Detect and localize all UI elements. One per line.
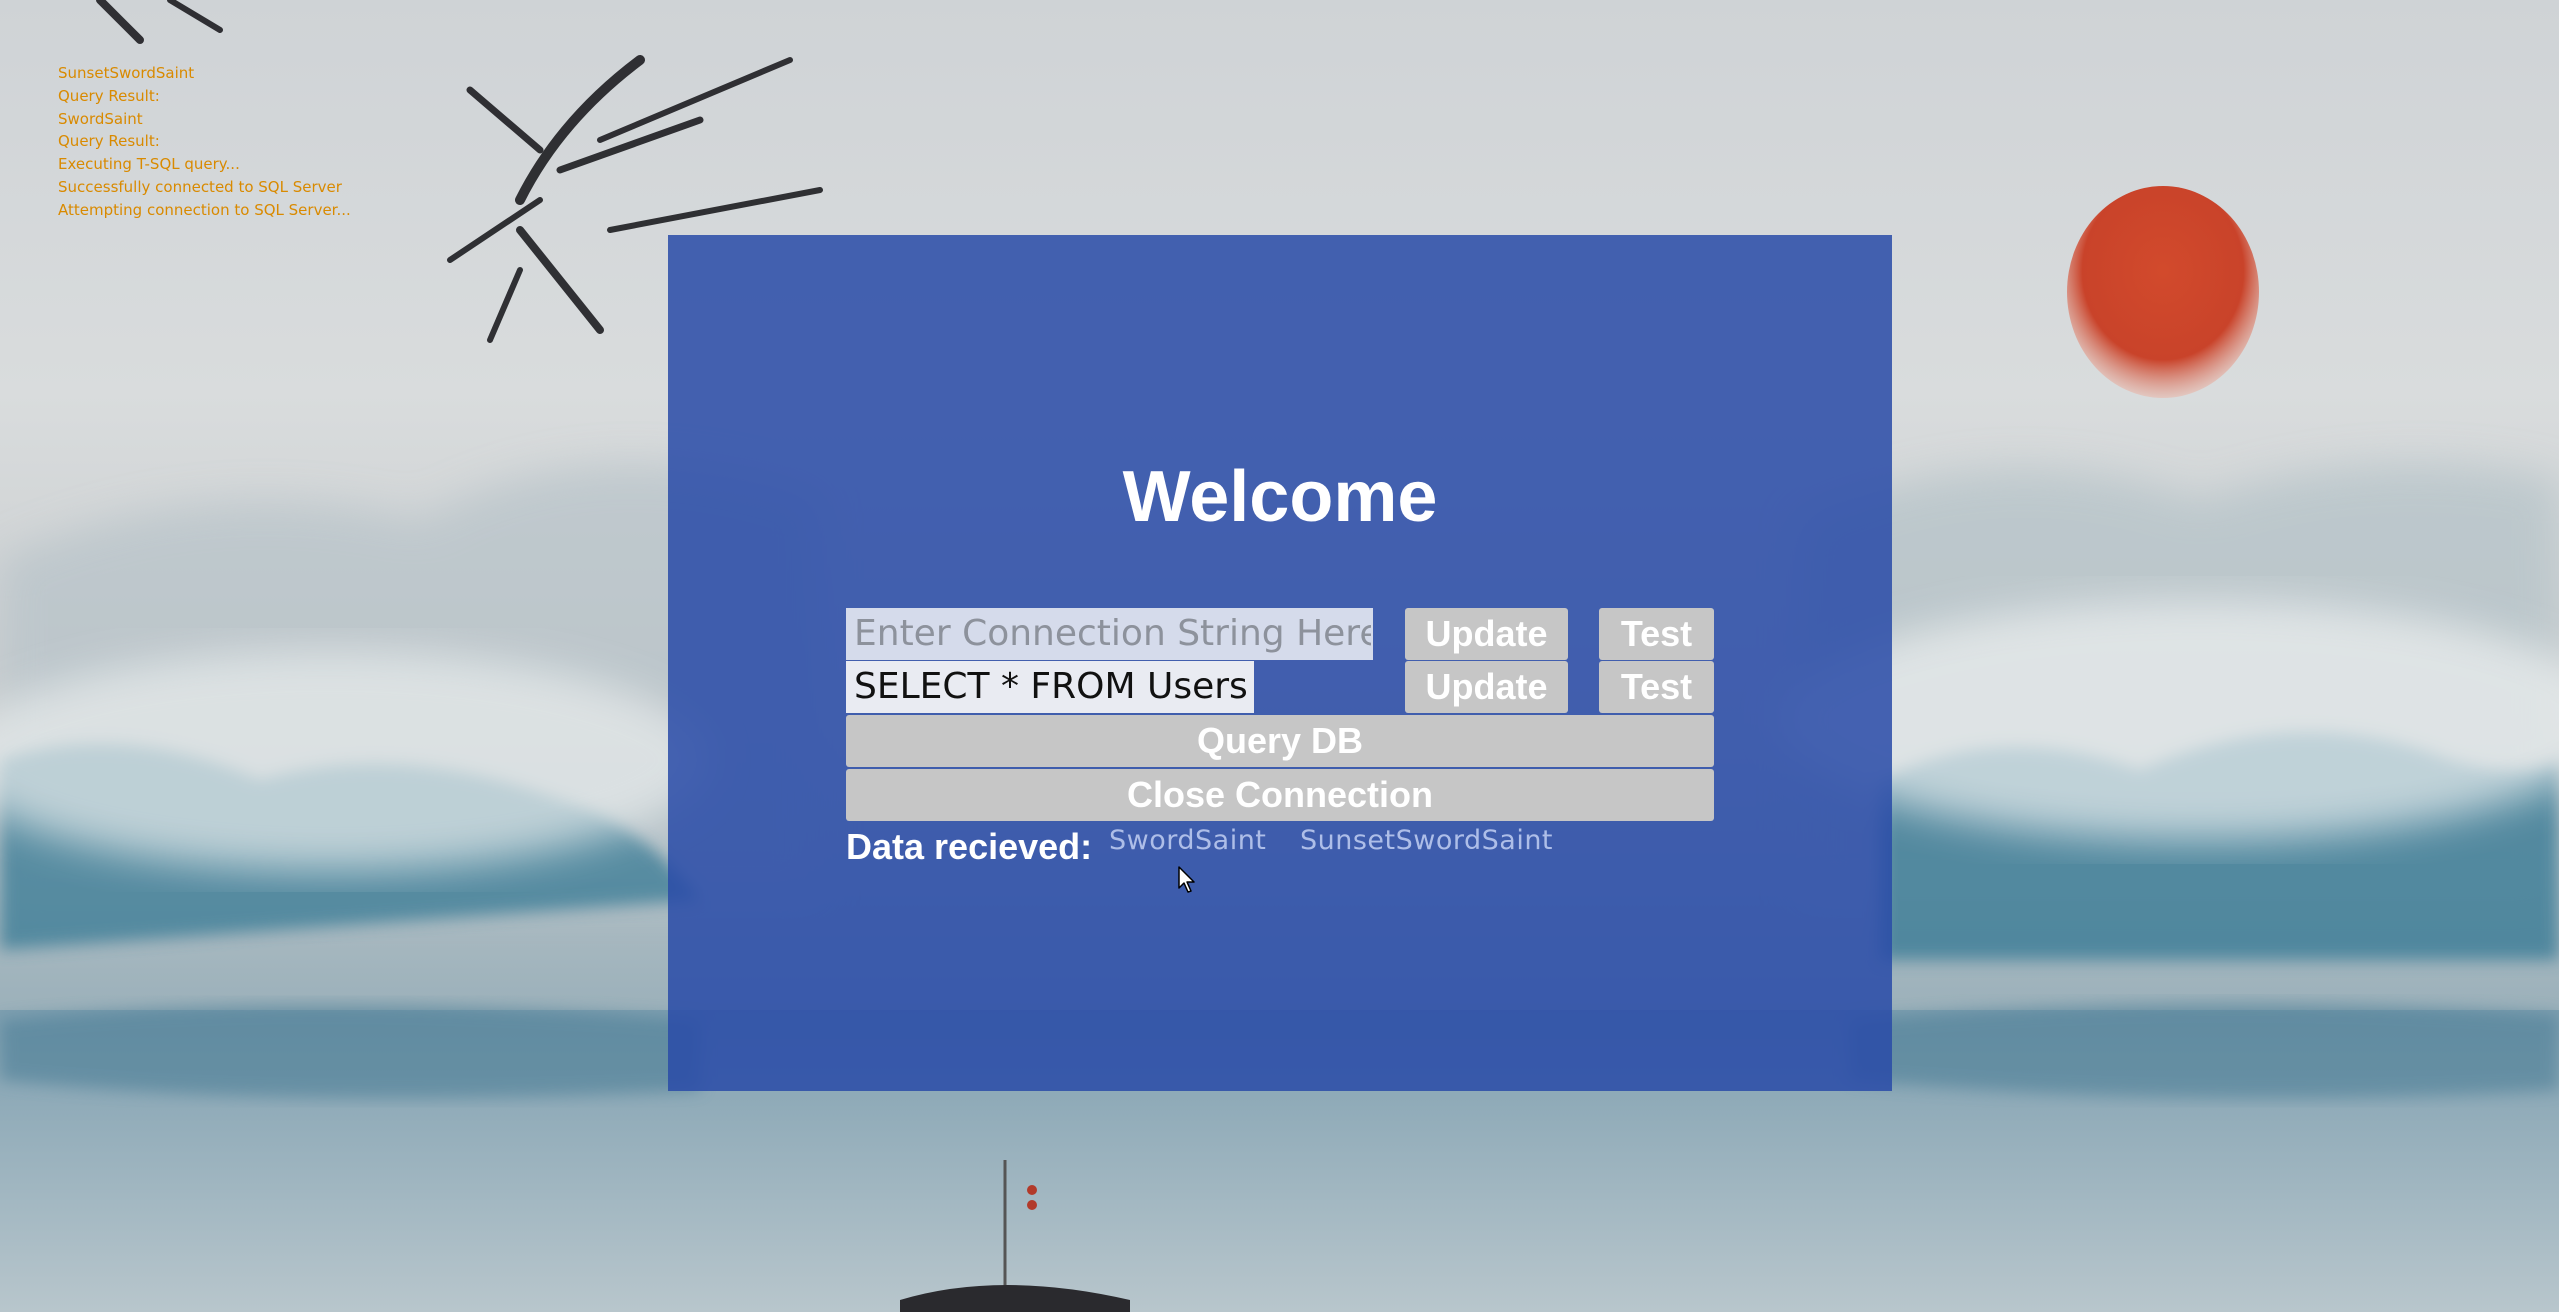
- log-line: SwordSaint: [58, 109, 143, 128]
- query-db-button[interactable]: Query DB: [846, 715, 1714, 767]
- log-line: Attempting connection to SQL Server...: [58, 200, 351, 219]
- log-line: Successfully connected to SQL Server: [58, 177, 342, 196]
- close-connection-button[interactable]: Close Connection: [846, 769, 1714, 821]
- data-item: SunsetSwordSaint: [1300, 825, 1554, 856]
- page-title: Welcome: [1122, 457, 1438, 537]
- query-input[interactable]: [846, 661, 1254, 713]
- test-query-button[interactable]: Test: [1599, 661, 1714, 713]
- data-item: SwordSaint: [1109, 825, 1267, 856]
- debug-log: SunsetSwordSaint Query Result: SwordSain…: [58, 62, 418, 222]
- mouse-pointer-icon: [1178, 866, 1195, 893]
- log-line: SunsetSwordSaint: [58, 64, 195, 82]
- test-connection-button[interactable]: Test: [1599, 608, 1714, 660]
- data-received-label: Data recieved:: [846, 826, 1093, 867]
- update-query-button[interactable]: Update: [1405, 661, 1568, 713]
- log-line: Query Result:: [58, 132, 160, 151]
- log-line: Query Result:: [58, 86, 160, 105]
- connection-string-input[interactable]: [846, 608, 1373, 660]
- log-line: Executing T-SQL query...: [58, 155, 240, 174]
- welcome-panel: Welcome Update Test Update Test Query DB…: [668, 235, 1892, 1091]
- update-connection-button[interactable]: Update: [1405, 608, 1568, 660]
